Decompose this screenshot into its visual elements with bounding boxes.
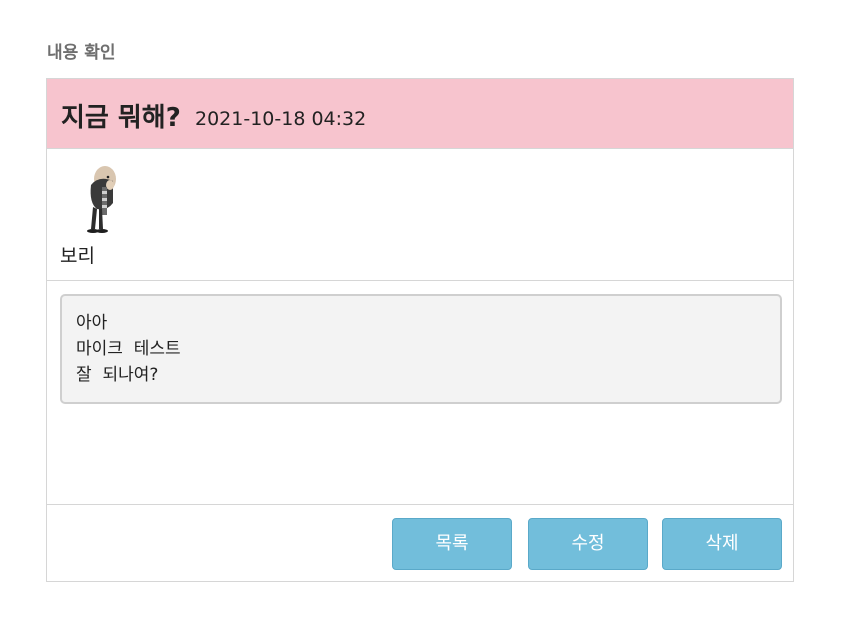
content-section: 아아 마이크 테스트 잘 되나여? (47, 281, 793, 505)
post-title: 지금 뭐해? (61, 103, 181, 133)
author-section: 보리 (47, 149, 793, 281)
post-content: 아아 마이크 테스트 잘 되나여? (60, 294, 782, 404)
content-line: 아아 (76, 313, 108, 333)
post-header: 지금 뭐해? 2021-10-18 04:32 (47, 79, 793, 149)
list-button[interactable]: 목록 (392, 518, 512, 570)
edit-button[interactable]: 수정 (528, 518, 648, 570)
content-line: 잘 되나여? (76, 365, 159, 385)
delete-button[interactable]: 삭제 (662, 518, 782, 570)
page-heading: 내용 확인 (47, 43, 116, 63)
content-line: 마이크 테스트 (76, 339, 181, 359)
avatar (87, 166, 116, 233)
post-panel: 지금 뭐해? 2021-10-18 04:32 보리 아아 마이크 테스트 잘 … (46, 78, 794, 582)
post-date: 2021-10-18 04:32 (195, 108, 367, 130)
author-name: 보리 (60, 245, 95, 267)
action-bar: 목록 수정 삭제 (47, 505, 793, 581)
